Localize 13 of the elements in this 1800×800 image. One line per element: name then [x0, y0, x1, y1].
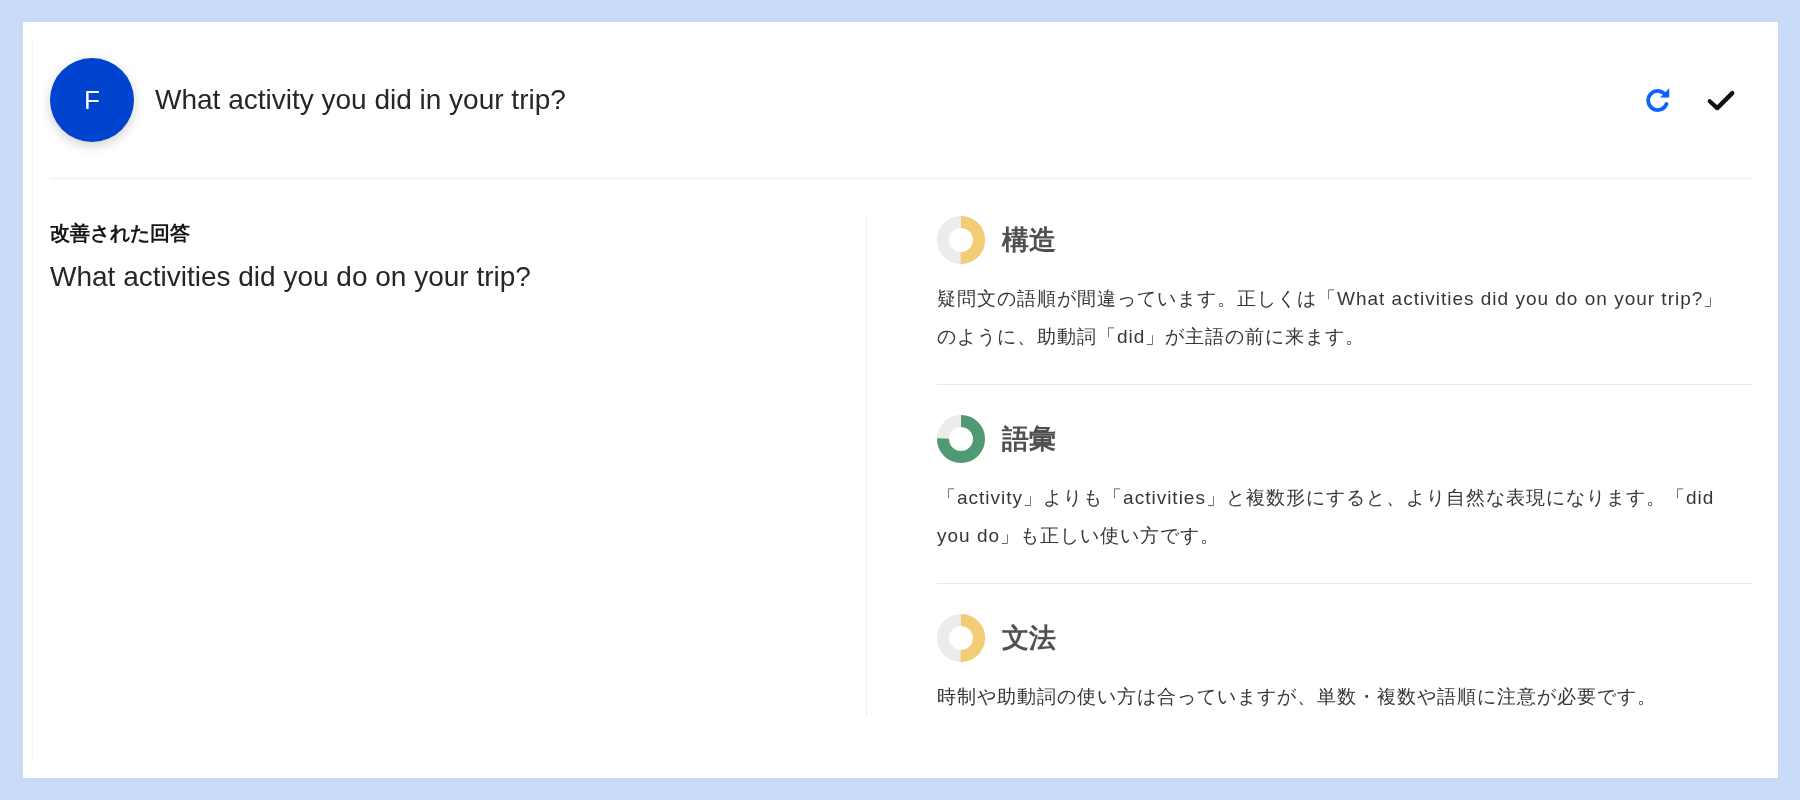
- feedback-title: 文法: [1002, 622, 1056, 655]
- feedback-text: 時制や助動詞の使い方は合っていますが、単数・複数や語順に注意が必要です。: [937, 685, 1658, 709]
- score-ring-icon: [937, 415, 985, 463]
- feedback-text: 「activity」よりも「activities」と複数形にすると、より自然な表現になります。「did you do」も正しい使い方です。: [937, 486, 1716, 548]
- question-text: What activity you did in your trip?: [155, 84, 567, 116]
- feedback-title: 語彙: [1002, 423, 1056, 456]
- feedback-title: 構造: [1002, 224, 1056, 257]
- score-ring-icon: [937, 614, 985, 662]
- improved-answer-text: What activities did you do on your trip?: [50, 261, 532, 293]
- feedback-text: 疑問文の語順が間違っています。正しくは「What activities did you do on your trip?」のように、助動詞「did」が主語の前に来ます。: [937, 287, 1725, 349]
- score-ring-icon: [937, 216, 985, 264]
- user-avatar: F: [50, 58, 134, 142]
- improved-answer-label: 改善された回答: [50, 221, 191, 245]
